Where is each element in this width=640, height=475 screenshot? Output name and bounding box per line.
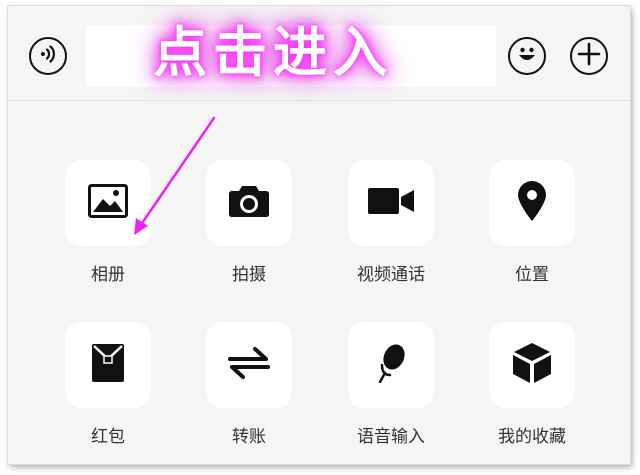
favorites-label: 我的收藏 bbox=[498, 427, 566, 447]
transfer-label: 转账 bbox=[232, 427, 266, 447]
emoji-button[interactable] bbox=[508, 37, 546, 75]
album-label: 相册 bbox=[91, 265, 125, 285]
red-packet-icon bbox=[91, 343, 125, 387]
video-call-icon bbox=[368, 187, 414, 219]
transfer-tile[interactable] bbox=[206, 322, 292, 408]
feature-grid: 相册 拍摄 视频通话 位置 红包 转账 语音输入 我的收藏 bbox=[8, 100, 630, 464]
location-label: 位置 bbox=[515, 265, 549, 285]
more-button[interactable] bbox=[570, 37, 608, 75]
grid-item-transfer[interactable]: 转账 bbox=[205, 322, 293, 447]
red-packet-label: 红包 bbox=[91, 427, 125, 447]
voice-input-label: 语音输入 bbox=[357, 427, 425, 447]
red-packet-tile[interactable] bbox=[65, 322, 151, 408]
favorites-tile[interactable] bbox=[489, 322, 575, 408]
grid-item-video-call[interactable]: 视频通话 bbox=[347, 160, 435, 285]
location-tile[interactable] bbox=[489, 160, 575, 246]
grid-item-voice-input[interactable]: 语音输入 bbox=[347, 322, 435, 447]
grid-item-album[interactable]: 相册 bbox=[64, 160, 152, 285]
voice-button[interactable] bbox=[29, 37, 67, 75]
grid-item-location[interactable]: 位置 bbox=[488, 160, 576, 285]
plus-icon bbox=[576, 41, 602, 71]
camera-icon bbox=[228, 184, 270, 222]
microphone-icon bbox=[374, 343, 408, 387]
location-icon bbox=[517, 180, 547, 226]
video-call-tile[interactable] bbox=[348, 160, 434, 246]
album-icon bbox=[88, 184, 128, 222]
voice-input-tile[interactable] bbox=[348, 322, 434, 408]
camera-tile[interactable] bbox=[206, 160, 292, 246]
video-call-label: 视频通话 bbox=[357, 265, 425, 285]
grid-item-camera[interactable]: 拍摄 bbox=[205, 160, 293, 285]
emoji-icon bbox=[512, 39, 542, 73]
album-tile[interactable] bbox=[65, 160, 151, 246]
transfer-icon bbox=[228, 346, 270, 384]
voice-icon bbox=[37, 43, 59, 69]
chat-input-panel: 相册 拍摄 视频通话 位置 红包 转账 语音输入 我的收藏 点击进入 bbox=[8, 6, 630, 464]
camera-label: 拍摄 bbox=[232, 265, 266, 285]
grid-item-red-packet[interactable]: 红包 bbox=[64, 322, 152, 447]
annotation-text: 点击进入 bbox=[153, 21, 393, 84]
favorites-icon bbox=[512, 342, 552, 388]
grid-item-favorites[interactable]: 我的收藏 bbox=[488, 322, 576, 447]
